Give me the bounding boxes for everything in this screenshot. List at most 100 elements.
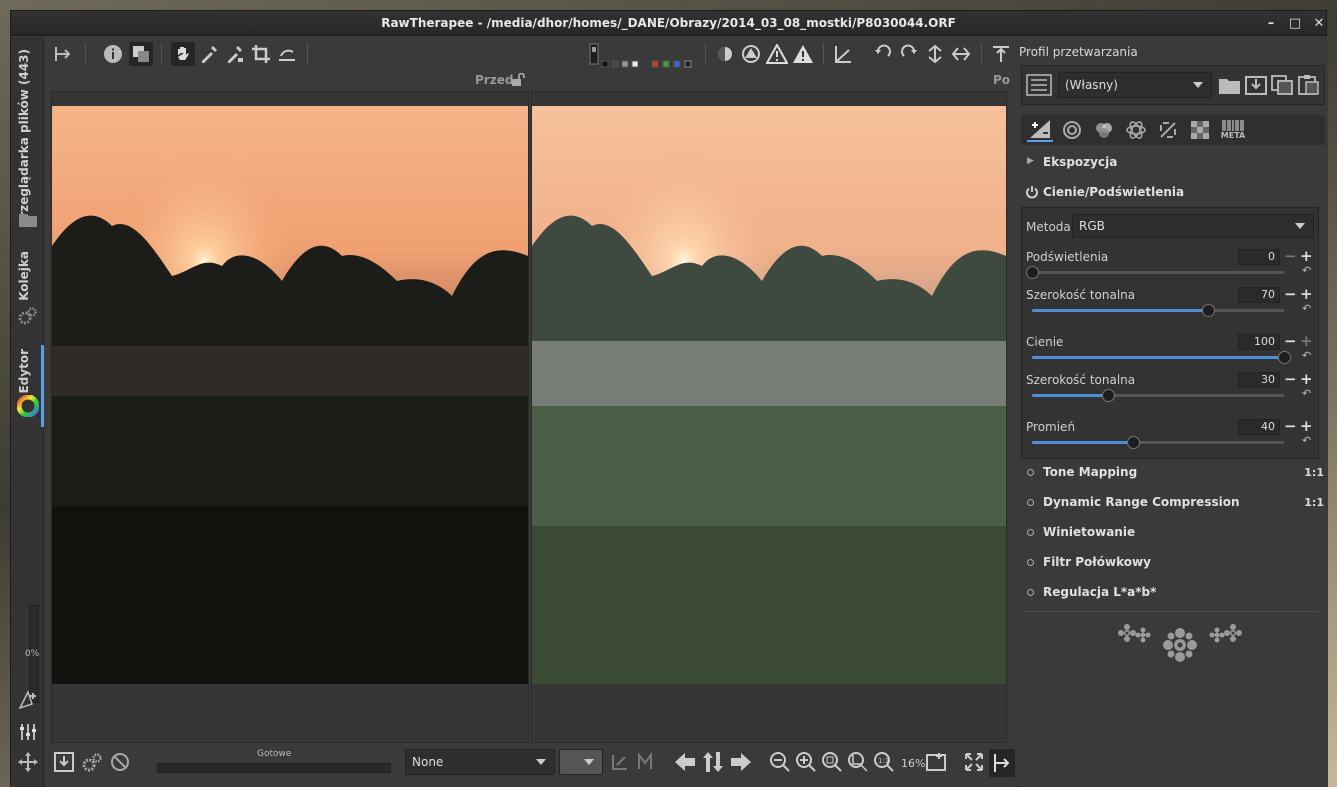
section-tone-mapping[interactable]: Tone Mapping xyxy=(1043,465,1137,479)
preview-mode-button[interactable] xyxy=(587,42,601,66)
slider-value-input[interactable]: 30 xyxy=(1238,372,1280,388)
straighten-button[interactable] xyxy=(275,42,299,66)
increment-button[interactable]: + xyxy=(1300,419,1313,434)
decrement-button[interactable]: − xyxy=(1284,249,1297,264)
slider-value-input[interactable]: 70 xyxy=(1238,287,1280,303)
tab-color[interactable] xyxy=(1091,118,1117,142)
save-icon[interactable] xyxy=(53,751,75,773)
slider-track[interactable] xyxy=(1032,436,1284,449)
slider-track[interactable] xyxy=(1032,389,1284,402)
slider-track[interactable] xyxy=(1026,266,1284,279)
bg-color-swatches[interactable] xyxy=(601,60,641,68)
focus-mask-button[interactable] xyxy=(713,42,737,66)
section-shadows-highlights[interactable]: Cienie/Podświetlenia xyxy=(1043,185,1184,199)
external-editor-icon[interactable] xyxy=(109,751,131,773)
toggle-tools-button[interactable] xyxy=(989,42,1013,66)
decrement-button[interactable]: − xyxy=(1284,419,1297,434)
minimize-button[interactable]: – xyxy=(1259,11,1283,36)
perspective-button[interactable] xyxy=(831,42,855,66)
zoom-out-icon[interactable] xyxy=(769,751,791,773)
folder-icon[interactable] xyxy=(17,209,39,231)
fullscreen-icon[interactable] xyxy=(963,751,985,773)
channel-swatches[interactable] xyxy=(651,60,697,68)
close-button[interactable]: ✕ xyxy=(1307,11,1331,36)
zoom-in-icon[interactable] xyxy=(795,751,817,773)
toggle-right-panel-button[interactable] xyxy=(989,749,1015,777)
rotate-right-button[interactable] xyxy=(897,42,921,66)
before-after-button[interactable] xyxy=(129,42,153,66)
color-wheel-icon[interactable] xyxy=(17,395,39,417)
decrement-button[interactable]: − xyxy=(1284,287,1297,302)
arrow-left-icon[interactable] xyxy=(673,751,697,773)
slider-handle[interactable] xyxy=(1278,351,1291,364)
toggle-history-button[interactable] xyxy=(51,42,75,66)
increment-button[interactable]: + xyxy=(1300,249,1313,264)
section-exposure[interactable]: Ekspozycja xyxy=(1043,155,1117,169)
clipping-button[interactable] xyxy=(739,42,763,66)
copy-profile-icon[interactable] xyxy=(1270,74,1294,96)
arrow-right-icon[interactable] xyxy=(729,751,753,773)
sliders-icon[interactable] xyxy=(17,721,39,743)
rotate-left-button[interactable] xyxy=(871,42,895,66)
new-edit-icon[interactable] xyxy=(17,689,39,711)
profile-list-icon[interactable] xyxy=(1026,74,1052,96)
slider-handle[interactable] xyxy=(1202,304,1216,317)
tab-raw[interactable] xyxy=(1187,118,1213,142)
reset-icon[interactable]: ↶ xyxy=(1302,434,1311,447)
tab-transform[interactable] xyxy=(1155,118,1181,142)
increment-button[interactable]: + xyxy=(1300,372,1313,387)
slider-track[interactable] xyxy=(1032,351,1291,364)
maximize-button[interactable]: □ xyxy=(1283,11,1307,36)
method-select[interactable]: RGB xyxy=(1072,214,1314,238)
histogram-mode-combo[interactable] xyxy=(559,749,603,775)
slider-handle[interactable] xyxy=(1101,389,1115,402)
section-lab-adjustments[interactable]: Regulacja L*a*b* xyxy=(1043,585,1156,599)
slider-handle[interactable] xyxy=(1026,266,1039,279)
before-image[interactable] xyxy=(52,106,528,684)
paste-profile-icon[interactable] xyxy=(1296,74,1320,96)
color-picker-button[interactable] xyxy=(223,42,247,66)
slider-track[interactable] xyxy=(1032,304,1284,317)
zoom-fit-icon[interactable] xyxy=(821,751,843,773)
reset-icon[interactable]: ↶ xyxy=(1302,387,1311,400)
slider-value-input[interactable]: 0 xyxy=(1238,249,1280,265)
flip-horizontal-button[interactable] xyxy=(949,42,973,66)
shadow-warning-button[interactable] xyxy=(765,42,789,66)
queue-gears-icon[interactable] xyxy=(81,751,103,773)
tab-advanced[interactable] xyxy=(1123,118,1149,142)
save-profile-icon[interactable] xyxy=(1244,74,1268,96)
zoom-crop-icon[interactable] xyxy=(847,751,869,773)
profile-combo[interactable]: None xyxy=(405,749,555,775)
power-icon[interactable] xyxy=(1025,185,1039,199)
gears-icon[interactable] xyxy=(17,305,39,327)
open-folder-icon[interactable] xyxy=(1218,74,1242,96)
crop-button[interactable] xyxy=(249,42,273,66)
flip-vertical-button[interactable] xyxy=(923,42,947,66)
tab-exposure[interactable] xyxy=(1027,118,1053,142)
move-icon[interactable] xyxy=(17,751,39,773)
tab-editor[interactable]: Edytor xyxy=(17,349,31,394)
decrement-button[interactable]: − xyxy=(1284,372,1297,387)
expander-right-icon[interactable]: ▶ xyxy=(1027,156,1034,166)
slider-value-input[interactable]: 100 xyxy=(1238,334,1280,350)
reset-icon[interactable]: ↶ xyxy=(1302,264,1311,277)
slider-value-input[interactable]: 40 xyxy=(1238,419,1280,435)
wb-picker-button[interactable] xyxy=(197,42,221,66)
section-drc[interactable]: Dynamic Range Compression xyxy=(1043,495,1240,509)
decrement-button[interactable]: − xyxy=(1284,334,1297,349)
tab-file-browser[interactable]: Przeglądarka plików (443) xyxy=(17,49,31,227)
zoom-100-icon[interactable]: 1:1 xyxy=(873,751,895,773)
profile-select[interactable]: (Własny) xyxy=(1058,72,1212,98)
info-button[interactable] xyxy=(101,42,125,66)
next-image-icon[interactable] xyxy=(635,751,657,773)
prev-image-icon[interactable] xyxy=(609,751,631,773)
hand-tool-button[interactable] xyxy=(171,42,195,66)
increment-button[interactable]: + xyxy=(1300,334,1313,349)
tab-details[interactable] xyxy=(1059,118,1085,142)
reset-icon[interactable]: ↶ xyxy=(1302,302,1311,315)
sync-icon[interactable] xyxy=(701,751,725,773)
highlight-warning-button[interactable] xyxy=(791,42,815,66)
after-image[interactable] xyxy=(532,106,1006,684)
unlock-icon[interactable] xyxy=(511,73,525,87)
section-vignetting[interactable]: Winietowanie xyxy=(1043,525,1135,539)
